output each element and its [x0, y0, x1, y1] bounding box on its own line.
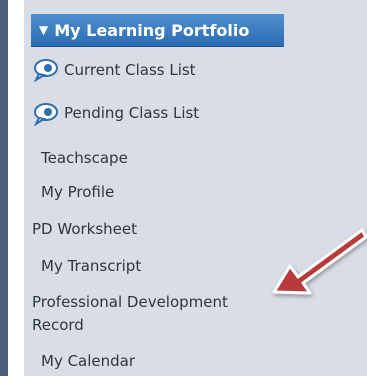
menu-item-professional-development-record[interactable]: Professional Development: [32, 292, 228, 312]
menu-item-pd-worksheet[interactable]: PD Worksheet: [32, 219, 137, 239]
menu-item-pending-class-list[interactable]: Pending Class List: [64, 103, 199, 123]
sidebar-edge: [0, 0, 8, 376]
chat-bubble-icon: [33, 103, 58, 126]
menu-item-my-profile[interactable]: My Profile: [41, 182, 114, 202]
menu-item-my-calendar[interactable]: My Calendar: [41, 351, 135, 371]
menu-item-teachscape[interactable]: Teachscape: [41, 148, 128, 168]
portfolio-header-label: My Learning Portfolio: [54, 20, 250, 40]
chat-bubble-icon: [33, 59, 58, 82]
pointer-arrow-icon: [272, 228, 367, 295]
menu-item-record-line[interactable]: Record: [32, 315, 84, 335]
collapse-arrow-icon[interactable]: ▼: [39, 23, 48, 37]
menu-item-my-transcript[interactable]: My Transcript: [41, 256, 141, 276]
menu-item-current-class-list[interactable]: Current Class List: [64, 60, 196, 80]
portfolio-header[interactable]: ▼ My Learning Portfolio: [31, 14, 284, 47]
